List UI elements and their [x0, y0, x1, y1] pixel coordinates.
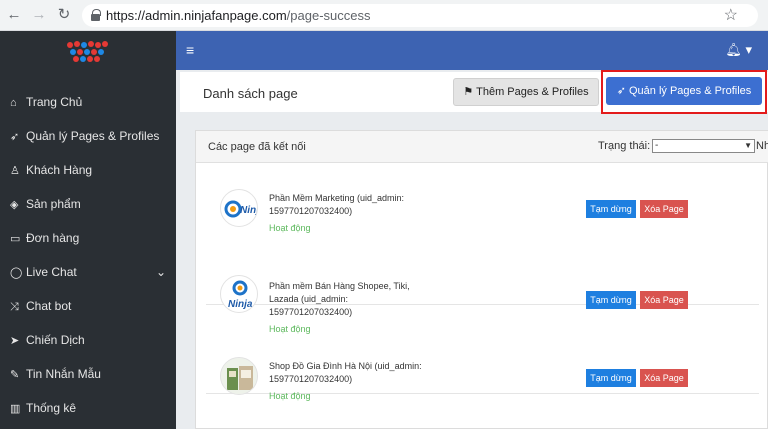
sidebar-item-label: Sản phẩm — [26, 197, 81, 211]
sidebar-item-chat-bot[interactable]: ⤨ Chat bot — [0, 291, 176, 321]
page-status: Hoạt động — [269, 223, 311, 233]
cube-icon: ◈ — [10, 199, 19, 211]
sidebar-item-live-chat[interactable]: ◯ Live Chat ⌄ — [0, 257, 176, 287]
sidebar-item-label: Chat bot — [26, 299, 72, 313]
page-title: Danh sách page — [203, 86, 298, 101]
connected-pages-panel: Các page đã kết nối Trạng thái: - ▼ Nh N… — [195, 130, 768, 429]
status-filter-label: Trạng thái: — [598, 140, 651, 152]
sidebar-item-quan-ly-pages[interactable]: ➶ Quản lý Pages & Profiles — [0, 121, 176, 151]
page-status: Hoạt động — [269, 391, 311, 401]
sidebar-item-label: Live Chat — [26, 265, 77, 279]
user-icon: ♙ — [10, 165, 20, 177]
sidebar-item-label: Thống kê — [26, 401, 77, 415]
main-content: Danh sách page ⚑ Thêm Pages & Profiles ➶… — [176, 70, 768, 429]
sidebar-item-chien-dich[interactable]: ➤ Chiến Dịch — [0, 325, 176, 355]
ninja-logo-icon — [67, 41, 108, 62]
forward-arrow-icon[interactable]: → — [29, 5, 49, 25]
svg-text:Ninja: Ninja — [228, 299, 253, 310]
list-item: Ninja Phần Mềm Marketing (uid_admin: 159… — [196, 163, 768, 243]
sidebar-item-san-pham[interactable]: ◈ Sản phẩm — [0, 189, 176, 219]
page-name: Phần mềm Bán Hàng Shopee, Tiki, Lazada (… — [269, 281, 410, 317]
home-icon: ⌂ — [10, 97, 17, 109]
page-avatar — [220, 357, 258, 395]
sidebar-item-khach-hang[interactable]: ♙ Khách Hàng — [0, 155, 176, 185]
ninja-logo-avatar-icon: Ninja — [221, 276, 257, 312]
add-pages-label: Thêm Pages & Profiles — [476, 86, 589, 98]
sidebar-item-label: Tin Nhắn Mẫu — [26, 367, 101, 381]
url-text: https://admin.ninjafanpage.com/page-succ… — [106, 8, 371, 23]
bookmark-star-icon[interactable]: ☆ — [724, 5, 738, 25]
delete-page-button[interactable]: Xóa Page — [640, 369, 688, 387]
sidebar: ⌂ Trang Chủ ➶ Quản lý Pages & Profiles ♙ Kh… — [0, 31, 176, 429]
page-name: Phần Mềm Marketing (uid_admin: 159770120… — [269, 193, 405, 216]
flag-icon: ⚑ — [463, 86, 474, 98]
back-arrow-icon[interactable]: ← — [4, 5, 24, 25]
sidebar-item-label: Quản lý Pages & Profiles — [26, 129, 160, 143]
sidebar-item-label: Khách Hàng — [26, 163, 93, 177]
status-filter-select[interactable]: - ▼ — [652, 139, 755, 153]
manage-pages-button[interactable]: ➶ Quản lý Pages & Profiles — [606, 77, 762, 105]
card-icon: ▭ — [10, 233, 21, 245]
rocket-icon: ➶ — [616, 85, 626, 97]
tag-icon: ✎ — [10, 369, 20, 381]
bar-chart-icon: ▥ — [10, 403, 21, 415]
lock-icon — [91, 9, 101, 21]
delete-page-button[interactable]: Xóa Page — [640, 291, 688, 309]
household-goods-avatar-icon — [221, 358, 257, 394]
sidebar-item-label: Trang Chủ — [26, 95, 83, 109]
ninja-avatar-icon: Ninja — [221, 190, 258, 226]
manage-pages-label: Quản lý Pages & Profiles — [628, 85, 752, 97]
browser-toolbar: ← → ↻ https://admin.ninjafanpage.com/pag… — [0, 0, 768, 31]
rocket-icon: ➶ — [10, 131, 20, 143]
pause-button[interactable]: Tạm dừng — [586, 369, 636, 387]
reload-icon[interactable]: ↻ — [54, 5, 74, 25]
status-filter-value: - — [655, 140, 659, 151]
pause-button[interactable]: Tạm dừng — [586, 291, 636, 309]
sidebar-item-thong-ke[interactable]: ▥ Thống kê — [0, 393, 176, 423]
url-host: https://admin.ninjafanpage.com — [106, 8, 287, 23]
list-item: Shop Đồ Gia Đình Hà Nội (uid_admin: 1597… — [196, 339, 768, 419]
menu-toggle-icon[interactable]: ≡ — [186, 43, 194, 57]
bell-icon[interactable]: 🔔︎ ▾ — [725, 42, 752, 58]
chevron-down-icon[interactable]: ⌄ — [156, 257, 166, 287]
sidebar-item-trang-chu[interactable]: ⌂ Trang Chủ — [0, 87, 176, 117]
top-navbar: ≡ 🔔︎ ▾ — [176, 31, 768, 70]
dropdown-arrow-icon: ▼ — [744, 141, 752, 150]
add-pages-button[interactable]: ⚑ Thêm Pages & Profiles — [453, 78, 599, 106]
page-header: Danh sách page ⚑ Thêm Pages & Profiles ➶… — [180, 70, 768, 114]
page-avatar: Ninja — [220, 189, 258, 227]
highlight-box: ➶ Quản lý Pages & Profiles — [601, 70, 767, 114]
panel-header: Các page đã kết nối Trạng thái: - ▼ Nh — [196, 131, 768, 163]
address-bar[interactable]: https://admin.ninjafanpage.com/page-succ… — [82, 4, 758, 27]
random-icon: ⤨ — [10, 301, 19, 313]
sidebar-item-don-hang[interactable]: ▭ Đơn hàng — [0, 223, 176, 253]
chat-icon: ◯ — [10, 267, 23, 279]
paper-plane-icon: ➤ — [10, 335, 20, 347]
sidebar-item-label: Đơn hàng — [26, 231, 80, 245]
page-avatar: Ninja — [220, 275, 258, 313]
page-name: Shop Đồ Gia Đình Hà Nội (uid_admin: 1597… — [269, 361, 422, 384]
pause-button[interactable]: Tạm dừng — [586, 200, 636, 218]
truncated-label: Nh — [756, 140, 768, 152]
sidebar-item-tin-nhan-mau[interactable]: ✎ Tin Nhắn Mẫu — [0, 359, 176, 389]
list-item: Ninja Phần mềm Bán Hàng Shopee, Tiki, La… — [196, 254, 768, 334]
svg-text:Ninja: Ninja — [240, 205, 258, 216]
panel-title: Các page đã kết nối — [208, 141, 306, 153]
url-path: /page-success — [286, 8, 371, 23]
page-status: Hoạt động — [269, 324, 311, 334]
delete-page-button[interactable]: Xóa Page — [640, 200, 688, 218]
sidebar-item-label: Chiến Dịch — [26, 333, 85, 347]
